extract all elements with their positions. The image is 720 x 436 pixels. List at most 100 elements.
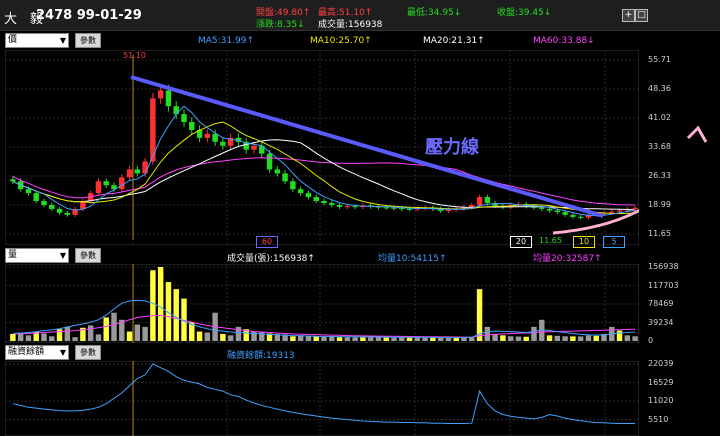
volume-bar bbox=[157, 267, 164, 341]
y-tick-label: 26.33 bbox=[648, 171, 671, 180]
volume-params-button[interactable]: 參數 bbox=[75, 248, 101, 263]
candle-body bbox=[554, 210, 561, 213]
candle-body bbox=[562, 212, 568, 215]
ma20-marker: 20 bbox=[510, 236, 532, 248]
volume-bar bbox=[422, 337, 428, 341]
chevron-down-icon: ▼ bbox=[59, 251, 66, 260]
candle-body bbox=[157, 90, 164, 99]
candle-body bbox=[103, 181, 109, 186]
volume-bar bbox=[126, 331, 133, 341]
volume-bar bbox=[204, 332, 211, 341]
candle-body bbox=[445, 209, 452, 211]
volume-bar bbox=[313, 336, 319, 341]
volume-bar bbox=[10, 333, 16, 341]
margin-params-button[interactable]: 參數 bbox=[75, 345, 101, 360]
ma60-marker: 60 bbox=[256, 236, 278, 248]
candle-body bbox=[616, 210, 623, 212]
y-tick-label: 78469 bbox=[648, 299, 674, 308]
volume-bar bbox=[336, 337, 343, 341]
candle-body bbox=[290, 181, 296, 190]
quote-volume: 成交量:156938 bbox=[318, 20, 383, 30]
ma60-label: MA60:33.88↓ bbox=[533, 36, 595, 46]
quote-header: 大 毅 2478 99-01-29 開盤:49.80↑ 漲跌:8.35↓ 最高:… bbox=[0, 0, 720, 31]
volume-bar bbox=[484, 326, 491, 341]
candle-body bbox=[476, 197, 483, 205]
candle-body bbox=[204, 133, 211, 138]
margin-chart bbox=[5, 361, 639, 436]
y-tick-label: 41.02 bbox=[648, 113, 671, 122]
volume-bar bbox=[624, 335, 631, 341]
y-tick-label: 11.65 bbox=[648, 229, 671, 238]
volume-bar bbox=[95, 334, 102, 341]
candle-body bbox=[391, 207, 397, 209]
y-tick-label: 16529 bbox=[648, 377, 674, 387]
candle-body bbox=[212, 133, 218, 142]
price-params-button[interactable]: 參數 bbox=[75, 33, 101, 48]
volume-bar bbox=[49, 336, 55, 341]
high-marker: 51.10 bbox=[123, 51, 146, 60]
pressure-line-label: 壓力線 bbox=[425, 136, 479, 158]
volume-bar bbox=[406, 337, 413, 341]
candle-body bbox=[336, 204, 343, 207]
volume-bar bbox=[507, 336, 514, 341]
candle-body bbox=[49, 204, 55, 209]
chevron-down-icon: ▼ bbox=[59, 36, 66, 45]
candle-body bbox=[632, 207, 638, 209]
candle-body bbox=[142, 161, 148, 174]
volume-bar bbox=[305, 335, 312, 341]
stock-code-date: 2478 99-01-29 bbox=[36, 8, 142, 23]
volume-bar bbox=[375, 337, 382, 341]
volume-bar bbox=[570, 336, 576, 341]
price-panel-header: 價 ▼ 參數 MA5:31.99↑ MA10:25.70↑ MA20:21.31… bbox=[5, 33, 639, 48]
y-tick-label: 18.99 bbox=[648, 200, 671, 209]
volume-bar bbox=[585, 335, 592, 341]
volume-bar bbox=[227, 335, 234, 341]
volume-bar bbox=[616, 330, 623, 341]
candle-body bbox=[173, 106, 179, 115]
y-tick-label: 55.71 bbox=[648, 55, 671, 64]
candle-body bbox=[313, 197, 319, 202]
candle-body bbox=[119, 177, 125, 190]
candle-body bbox=[577, 216, 584, 218]
y-tick-label: 11020 bbox=[648, 396, 674, 405]
volume-bar bbox=[111, 312, 117, 341]
volume-bar bbox=[25, 335, 32, 341]
volume-bar bbox=[399, 337, 405, 341]
volume-bar bbox=[352, 337, 358, 341]
volume-bar bbox=[632, 336, 638, 341]
candle-body bbox=[609, 211, 615, 213]
candle-body bbox=[189, 122, 195, 130]
candle-body bbox=[220, 141, 226, 146]
quote-close: 收盤:39.45↓ bbox=[497, 8, 552, 18]
volume-panel-header: 量 ▼ 參數 成交量(張):156938↑ 均量10:54115↑ 均量20:3… bbox=[5, 248, 639, 264]
volume-bar bbox=[321, 336, 327, 341]
candle-body bbox=[266, 153, 273, 170]
volume-bar bbox=[367, 337, 374, 341]
ma5-marker: 5 bbox=[603, 236, 625, 248]
price-chart: 壓力線 51.10 11.65 bbox=[5, 50, 639, 245]
quote-change: 漲跌:8.35↓ bbox=[256, 20, 305, 30]
window-button[interactable]: □ bbox=[635, 9, 648, 22]
y-tick-label: 156938 bbox=[648, 262, 679, 271]
margin-indicator-select[interactable]: 融資餘額 ▼ bbox=[5, 345, 69, 360]
volume-bar bbox=[87, 325, 94, 341]
volume-bar bbox=[562, 336, 568, 341]
ma5-label: MA5:31.99↑ bbox=[198, 36, 254, 46]
margin-balance-label: 融資餘額:19313 bbox=[227, 351, 295, 361]
candle-body bbox=[134, 169, 141, 174]
add-button[interactable]: + bbox=[622, 9, 635, 22]
volume-label: 成交量(張):156938↑ bbox=[227, 254, 315, 264]
price-indicator-select[interactable]: 價 ▼ bbox=[5, 33, 69, 48]
volume-bar bbox=[360, 337, 366, 341]
volume-bar bbox=[469, 337, 475, 341]
ma20-label: MA20:21.31↑ bbox=[423, 36, 485, 46]
volume-indicator-select[interactable]: 量 ▼ bbox=[5, 248, 69, 263]
margin-select-value: 融資餘額 bbox=[8, 347, 45, 357]
candle-body bbox=[25, 189, 32, 194]
y-tick-label: 117703 bbox=[648, 280, 679, 290]
volume-bar bbox=[500, 335, 506, 341]
ma10-label: MA10:25.70↑ bbox=[310, 36, 372, 46]
candle-body bbox=[10, 179, 16, 182]
volume-bar bbox=[344, 337, 351, 341]
ma10-marker: 10 bbox=[573, 236, 595, 248]
